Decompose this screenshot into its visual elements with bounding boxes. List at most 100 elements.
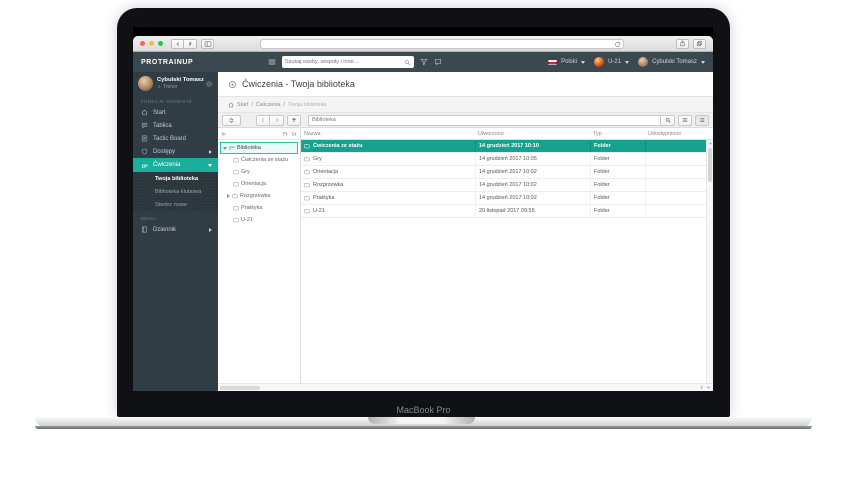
table-row[interactable]: Rozgrzewka 14 grudzień 2017 10:02 Folder	[301, 179, 713, 192]
app-logo[interactable]: PROTRAINUP	[133, 59, 218, 66]
scroll-right-icon[interactable]	[699, 385, 704, 390]
table-row[interactable]: Praktyka 14 grudzień 2017 10:02 Folder	[301, 192, 713, 205]
file-shared	[645, 205, 713, 217]
column-header-udostepnione[interactable]: Udostępnione	[645, 131, 713, 137]
chevron-right-icon	[209, 150, 212, 154]
poland-flag-icon	[548, 59, 557, 65]
view-list-button[interactable]	[678, 115, 692, 126]
folder-open-icon	[229, 145, 235, 151]
address-bar[interactable]	[260, 39, 624, 49]
reload-icon	[614, 41, 621, 48]
submenu-item-label: Biblioteka klubowa	[155, 189, 201, 195]
submenu-item-twoja-biblioteka[interactable]: Twoja biblioteka	[133, 172, 218, 185]
main-content: Ćwiczenia - Twoja biblioteka Start / Ćwi…	[218, 72, 713, 391]
table-row[interactable]: Ćwiczenia ze stażu 14 grudzień 2017 10:1…	[301, 140, 713, 153]
file-shared	[645, 153, 713, 165]
table-row[interactable]: Orientacja 14 grudzień 2017 10:02 Folder	[301, 166, 713, 179]
chevron-down-icon	[223, 147, 227, 150]
share-button[interactable]	[676, 39, 689, 49]
nav-forward-button[interactable]	[270, 115, 284, 126]
zoom-window-button[interactable]	[158, 41, 163, 46]
folder-icon	[304, 195, 310, 201]
file-type: Folder	[590, 192, 645, 204]
tree-node-label: U-21	[241, 217, 253, 223]
user-avatar	[638, 57, 648, 67]
tree-node-biblioteka[interactable]: Biblioteka	[220, 142, 298, 154]
sidebar-item-dostepy[interactable]: Dostępy	[133, 145, 218, 158]
chat-board-icon	[141, 122, 148, 129]
file-created: 14 grudzień 2017 10:02	[475, 166, 590, 178]
view-details-button[interactable]	[695, 115, 709, 126]
horizontal-scrollbar[interactable]	[218, 383, 713, 391]
sidebar: Cybulski Tomasz Trener FUNKCJE OSOBISTE	[133, 72, 218, 391]
browser-sidebar-toggle-button[interactable]	[201, 39, 214, 49]
user-menu[interactable]: Cybulski Tomasz	[652, 59, 697, 65]
chevron-left-icon	[175, 41, 181, 47]
sidebar-item-tactic-board[interactable]: Tactic Board	[133, 132, 218, 145]
laptop-base-edge	[35, 426, 812, 429]
tree-node[interactable]: Gry	[218, 166, 300, 178]
sidebar-profile: Cybulski Tomasz Trener	[133, 72, 218, 94]
collapse-panel-button[interactable]	[222, 115, 241, 126]
sidebar-item-dziennik[interactable]: Dziennik	[133, 223, 218, 236]
menu-toggle-button[interactable]	[268, 58, 276, 66]
scrollbar-thumb[interactable]	[220, 386, 260, 390]
file-created: 14 grudzień 2017 10:05	[475, 153, 590, 165]
table-header: Nazwa Utworzono Typ Udostępnione	[301, 128, 713, 140]
sidebar-item-cwiczenia[interactable]: Ćwiczenia	[133, 158, 218, 172]
sort-descending-button[interactable]	[291, 131, 297, 137]
vertical-scrollbar[interactable]	[706, 140, 713, 383]
target-icon	[228, 80, 237, 89]
tree-node[interactable]: Orientacja	[218, 178, 300, 190]
settings-button[interactable]	[205, 80, 213, 88]
chevron-right-icon[interactable]	[227, 194, 230, 198]
table-row[interactable]: Gry 14 grudzień 2017 10:05 Folder	[301, 153, 713, 166]
chevron-right-icon	[209, 228, 212, 232]
profile-name: Cybulski Tomasz	[157, 77, 201, 83]
go-up-button[interactable]	[287, 115, 301, 126]
collapse-all-button[interactable]	[221, 131, 227, 137]
exercise-icon	[141, 162, 148, 169]
tabs-overview-button[interactable]	[693, 39, 706, 49]
browser-back-button[interactable]	[171, 39, 184, 49]
chevron-down-icon	[581, 61, 585, 64]
file-type: Folder	[590, 205, 645, 217]
arrow-up-icon	[291, 117, 297, 123]
gear-icon	[205, 80, 213, 88]
tree-node[interactable]: Ćwiczenia ze stażu	[218, 154, 300, 166]
global-search-input[interactable]	[285, 59, 404, 65]
reload-button[interactable]	[614, 41, 621, 48]
filter-button[interactable]	[420, 58, 428, 66]
library-search-input[interactable]	[308, 115, 660, 126]
close-window-button[interactable]	[140, 41, 145, 46]
column-header-utworzono[interactable]: Utworzono	[475, 131, 590, 137]
messages-button[interactable]	[434, 58, 442, 66]
browser-forward-button[interactable]	[184, 39, 197, 49]
sort-ascending-button[interactable]	[282, 131, 288, 137]
tree-node[interactable]: U-21	[218, 214, 300, 226]
tree-node[interactable]: Praktyka	[218, 202, 300, 214]
minimize-window-button[interactable]	[149, 41, 154, 46]
language-selector[interactable]: Polski	[561, 59, 577, 65]
column-header-typ[interactable]: Typ	[590, 131, 645, 137]
library-search-button[interactable]	[660, 115, 675, 126]
scrollbar-thumb[interactable]	[708, 148, 712, 182]
list-view-icon	[682, 117, 688, 123]
submenu-item-label: Stwórz nowe	[155, 202, 187, 208]
macbook-label: MacBook Pro	[117, 405, 730, 415]
column-header-nazwa[interactable]: Nazwa	[301, 131, 475, 137]
breadcrumb-item[interactable]: Ćwiczenia	[256, 102, 281, 108]
sidebar-item-tablica[interactable]: Tablica	[133, 119, 218, 132]
nav-back-button[interactable]	[256, 115, 270, 126]
file-name: U-21	[313, 208, 325, 214]
team-selector[interactable]: U-21	[608, 59, 621, 65]
table-row[interactable]: U-21 20 listopad 2017 09:55 Folder	[301, 205, 713, 218]
submenu-item-biblioteka-klubowa[interactable]: Biblioteka klubowa	[133, 185, 218, 198]
breadcrumb-item[interactable]: Start	[237, 102, 248, 108]
sidebar-item-start[interactable]: Start	[133, 106, 218, 119]
scroll-up-icon[interactable]	[708, 141, 713, 146]
folder-icon	[233, 217, 239, 223]
submenu-item-stworz-nowe[interactable]: Stwórz nowe	[133, 198, 218, 211]
tree-node[interactable]: Rozgrzewka	[218, 190, 300, 202]
scroll-down-icon[interactable]	[706, 385, 711, 390]
